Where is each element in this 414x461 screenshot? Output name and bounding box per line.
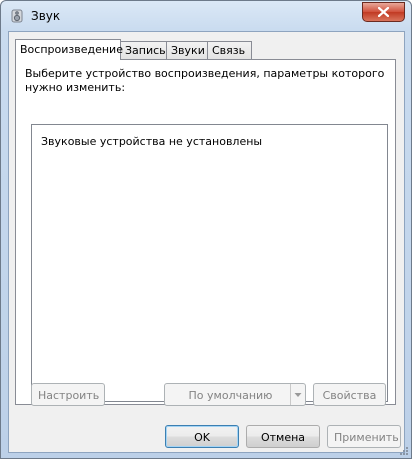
tab-sounds[interactable]: Звуки xyxy=(166,41,208,59)
dialog-body: Воспроизведение Запись Звуки Связь Выбер… xyxy=(8,31,405,453)
dropdown-arrow-icon[interactable] xyxy=(290,384,305,405)
sound-dialog: Звук Воспроизведение Запись Звуки Связь … xyxy=(0,0,412,459)
tab-label: Воспроизведение xyxy=(20,43,123,56)
device-list[interactable]: Звуковые устройства не установлены xyxy=(31,124,388,402)
speaker-icon xyxy=(9,8,25,24)
button-label: По умолчанию xyxy=(188,389,273,402)
button-label: Отмена xyxy=(260,431,306,444)
playback-panel: Выберите устройство воспроизведения, пар… xyxy=(15,59,396,405)
tab-playback[interactable]: Воспроизведение xyxy=(15,39,123,60)
button-label: Применить xyxy=(334,431,399,444)
title-bar[interactable]: Звук xyxy=(1,1,411,31)
resize-grip-icon[interactable] xyxy=(399,446,409,456)
apply-button[interactable]: Применить xyxy=(327,425,401,448)
tab-label: Запись xyxy=(125,44,166,57)
tab-communications[interactable]: Связь xyxy=(207,41,252,59)
tab-label: Звуки xyxy=(171,44,205,57)
button-label: OK xyxy=(194,431,210,444)
set-default-button[interactable]: По умолчанию xyxy=(164,383,306,406)
button-label: Свойства xyxy=(322,389,377,402)
tab-recording[interactable]: Запись xyxy=(120,41,167,59)
empty-list-message: Звуковые устройства не установлены xyxy=(41,135,263,148)
ok-button[interactable]: OK xyxy=(165,425,239,448)
close-icon xyxy=(377,6,390,18)
configure-button[interactable]: Настроить xyxy=(31,383,105,406)
close-button[interactable] xyxy=(362,2,405,22)
tab-label: Связь xyxy=(212,44,246,57)
panel-description: Выберите устройство воспроизведения, пар… xyxy=(25,67,385,94)
cancel-button[interactable]: Отмена xyxy=(246,425,320,448)
button-label: Настроить xyxy=(38,389,100,402)
properties-button[interactable]: Свойства xyxy=(313,383,386,406)
window-title: Звук xyxy=(31,9,61,23)
